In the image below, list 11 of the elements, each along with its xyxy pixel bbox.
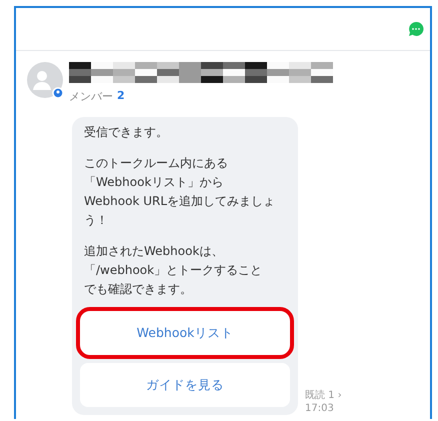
message-button[interactable]: ガイドを見る bbox=[80, 363, 290, 407]
chat-icon[interactable] bbox=[408, 21, 424, 37]
message-text: このトークルーム内にある 「Webhookリスト」から Webhook URLを追加してみましょう！ bbox=[84, 155, 276, 229]
member-label: メンバー bbox=[69, 89, 113, 104]
message-time: 17:03 bbox=[305, 402, 335, 415]
message-button[interactable]: Webhookリスト bbox=[80, 311, 290, 355]
member-count: 2 bbox=[117, 89, 125, 104]
read-receipt[interactable]: 既読 1 › bbox=[305, 389, 342, 402]
message-text: 受信できます。 bbox=[84, 124, 169, 141]
message-text: 追加されたWebhookは、 「/webhook」とトークすること でも確認できます。 bbox=[84, 243, 264, 298]
avatar-icon bbox=[27, 62, 63, 98]
